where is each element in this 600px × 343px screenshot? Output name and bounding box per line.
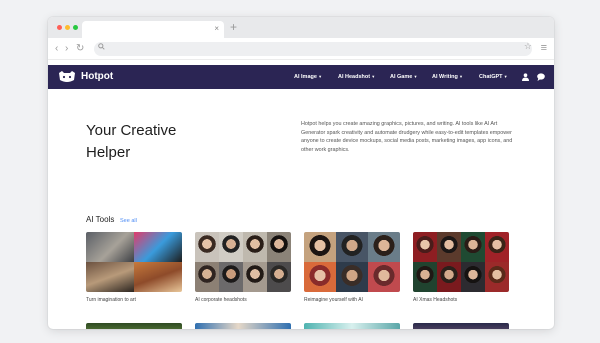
tool-card-image-row2-3[interactable] (304, 323, 400, 329)
chat-icon[interactable] (537, 73, 545, 81)
nav-chatgpt[interactable]: ChatGPT ▾ (479, 73, 507, 81)
user-icon[interactable] (522, 73, 529, 81)
address-bar: ‹ › ↻ ☆ ≡ (48, 38, 554, 60)
tool-card-image-reimagine[interactable] (304, 232, 400, 292)
ai-tools-heading: AI Tools (86, 215, 115, 224)
chevron-down-icon: ▾ (504, 74, 507, 79)
see-all-link[interactable]: See all (120, 217, 137, 225)
hero-description: Hotpot helps you create amazing graphics… (301, 121, 513, 153)
chevron-down-icon: ▾ (372, 74, 375, 79)
browser-menu-icon[interactable]: ≡ (541, 42, 547, 54)
hero-title-line-1: Your Creative (86, 122, 177, 139)
forward-icon[interactable]: › (65, 43, 68, 55)
nav-ai-headshot[interactable]: AI Headshot ▾ (338, 73, 374, 81)
browser-tab[interactable]: × (82, 21, 224, 38)
nav-ai-image[interactable]: AI Image ▾ (294, 73, 321, 81)
tab-bar: × + (48, 17, 554, 38)
nav-ai-game[interactable]: AI Game ▾ (390, 73, 417, 81)
tool-card-image-row2-1[interactable] (86, 323, 182, 329)
maximize-window-dot[interactable] (73, 25, 78, 30)
back-icon[interactable]: ‹ (55, 43, 58, 55)
search-icon (98, 43, 105, 50)
close-window-dot[interactable] (57, 25, 62, 30)
url-input[interactable] (94, 42, 532, 56)
hotpot-logo-icon[interactable] (58, 70, 76, 83)
nav-label: AI Headshot (338, 74, 371, 80)
tool-card-caption[interactable]: Reimagine yourself with AI (304, 297, 363, 304)
nav-ai-writing[interactable]: AI Writing ▾ (432, 73, 462, 81)
new-tab-icon[interactable]: + (230, 20, 237, 34)
reload-icon[interactable]: ↻ (76, 43, 84, 55)
hero-title-line-2: Helper (86, 144, 131, 161)
nav-label: AI Image (294, 74, 317, 80)
chevron-down-icon: ▾ (414, 74, 417, 79)
chevron-down-icon: ▾ (459, 74, 463, 79)
nav-label: ChatGPT (479, 74, 503, 80)
bookmark-star-icon[interactable]: ☆ (524, 41, 532, 52)
close-tab-icon[interactable]: × (214, 23, 219, 35)
tool-card-image-row2-4[interactable] (413, 323, 509, 329)
tool-card-caption[interactable]: Turn imagination to art (86, 297, 136, 304)
tool-card-caption[interactable]: AI corporate headshots (195, 297, 247, 304)
minimize-window-dot[interactable] (65, 25, 70, 30)
tool-card-caption[interactable]: AI Xmas Headshots (413, 297, 457, 304)
site-navbar: Hotpot AI Image ▾ AI Headshot ▾ AI Game ▾ A… (48, 65, 554, 89)
tool-card-image-row2-2[interactable] (195, 323, 291, 329)
nav-label: AI Writing (432, 74, 458, 80)
tool-card-image-headshots[interactable] (195, 232, 291, 292)
hero-title: Your Creative Helper (86, 120, 176, 164)
browser-window: × + ‹ › ↻ ☆ ≡ Hotpot AI Image ▾ AI Headsh… (48, 17, 554, 329)
tool-card-image-xmas[interactable] (413, 232, 509, 292)
tool-card-image-art[interactable] (86, 232, 182, 292)
chevron-down-icon: ▾ (318, 74, 322, 79)
brand-name[interactable]: Hotpot (81, 70, 113, 84)
nav-label: AI Game (390, 74, 413, 80)
